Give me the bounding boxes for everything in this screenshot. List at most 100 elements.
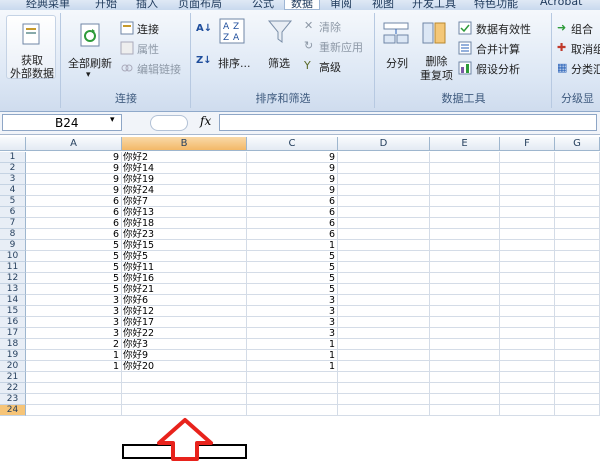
cell-b[interactable]: 你好21 [122,284,247,295]
cell-a[interactable]: 9 [26,174,122,185]
cell-empty[interactable] [555,174,600,185]
cell-empty[interactable] [338,152,430,163]
row-header[interactable]: 21 [0,372,26,383]
cell-empty[interactable] [555,339,600,350]
row-header[interactable]: 12 [0,273,26,284]
cell-empty[interactable] [555,350,600,361]
cell-empty[interactable] [500,405,555,416]
row-header[interactable]: 6 [0,207,26,218]
cell-a[interactable] [26,372,122,383]
cell-empty[interactable] [555,383,600,394]
cell-a[interactable]: 3 [26,295,122,306]
tab-acrobat[interactable]: Acrobat [540,0,582,8]
cell-b[interactable]: 你好23 [122,229,247,240]
column-header-b[interactable]: B [122,137,247,151]
cell-c[interactable]: 5 [247,273,338,284]
cell-b[interactable]: 你好3 [122,339,247,350]
cell-c[interactable]: 9 [247,152,338,163]
cell-c[interactable]: 5 [247,251,338,262]
cell-b[interactable] [122,383,247,394]
cell-c[interactable]: 5 [247,262,338,273]
cell-a[interactable]: 6 [26,196,122,207]
cell-empty[interactable] [430,251,500,262]
cell-c[interactable]: 1 [247,339,338,350]
cell-empty[interactable] [430,218,500,229]
cell-empty[interactable] [500,185,555,196]
cell-empty[interactable] [338,229,430,240]
column-header-g[interactable]: G [555,137,600,151]
cell-empty[interactable] [430,273,500,284]
cell-empty[interactable] [555,163,600,174]
row-header[interactable]: 7 [0,218,26,229]
cell-empty[interactable] [500,350,555,361]
cell-c[interactable] [247,405,338,416]
row-header[interactable]: 23 [0,394,26,405]
cell-a[interactable]: 1 [26,350,122,361]
cell-empty[interactable] [430,339,500,350]
cell-c[interactable]: 1 [247,361,338,372]
cell-a[interactable]: 6 [26,207,122,218]
cell-c[interactable]: 1 [247,240,338,251]
cell-empty[interactable] [338,350,430,361]
cell-empty[interactable] [338,196,430,207]
cell-b[interactable]: 你好16 [122,273,247,284]
row-header[interactable]: 4 [0,185,26,196]
row-header[interactable]: 13 [0,284,26,295]
cell-empty[interactable] [500,383,555,394]
cell-empty[interactable] [430,295,500,306]
cell-b[interactable]: 你好12 [122,306,247,317]
cell-empty[interactable] [430,262,500,273]
cell-empty[interactable] [430,306,500,317]
cell-empty[interactable] [500,163,555,174]
cell-empty[interactable] [500,152,555,163]
cell-empty[interactable] [430,196,500,207]
insert-function-icon[interactable]: fx [200,114,211,128]
cell-empty[interactable] [500,317,555,328]
row-header[interactable]: 3 [0,174,26,185]
text-to-columns-button[interactable]: 分列 [386,55,408,71]
cell-empty[interactable] [430,229,500,240]
cell-empty[interactable] [500,262,555,273]
cell-empty[interactable] [555,152,600,163]
cell-empty[interactable] [500,295,555,306]
cell-empty[interactable] [500,207,555,218]
row-header[interactable]: 10 [0,251,26,262]
row-header[interactable]: 11 [0,262,26,273]
row-header[interactable]: 18 [0,339,26,350]
edit-links-button[interactable]: 编辑链接 [137,61,181,77]
cell-a[interactable]: 3 [26,328,122,339]
cell-empty[interactable] [338,394,430,405]
cell-empty[interactable] [430,317,500,328]
column-header-f[interactable]: F [500,137,555,151]
cell-empty[interactable] [500,361,555,372]
connections-button[interactable]: 连接 [137,21,159,37]
cell-empty[interactable] [430,152,500,163]
cell-empty[interactable] [555,196,600,207]
consolidate-button[interactable]: 合并计算 [476,41,520,57]
cell-empty[interactable] [430,383,500,394]
chevron-down-icon[interactable]: ▾ [86,70,91,80]
cell-empty[interactable] [555,229,600,240]
row-header[interactable]: 8 [0,229,26,240]
cell-empty[interactable] [338,163,430,174]
cell-empty[interactable] [338,240,430,251]
cell-b[interactable]: 你好9 [122,350,247,361]
cell-empty[interactable] [500,251,555,262]
cell-empty[interactable] [500,196,555,207]
cell-empty[interactable] [338,317,430,328]
cell-b[interactable]: 你好6 [122,295,247,306]
cell-empty[interactable] [338,383,430,394]
cell-empty[interactable] [500,174,555,185]
cell-a[interactable] [26,394,122,405]
data-validation-button[interactable]: 数据有效性 [476,21,531,37]
advanced-filter-button[interactable]: 高级 [319,59,341,75]
cell-c[interactable]: 6 [247,196,338,207]
cell-empty[interactable] [338,361,430,372]
cell-empty[interactable] [338,251,430,262]
cell-a[interactable]: 5 [26,273,122,284]
row-header[interactable]: 15 [0,306,26,317]
cell-b[interactable]: 你好13 [122,207,247,218]
cell-empty[interactable] [555,185,600,196]
cell-empty[interactable] [555,295,600,306]
cell-a[interactable]: 5 [26,262,122,273]
